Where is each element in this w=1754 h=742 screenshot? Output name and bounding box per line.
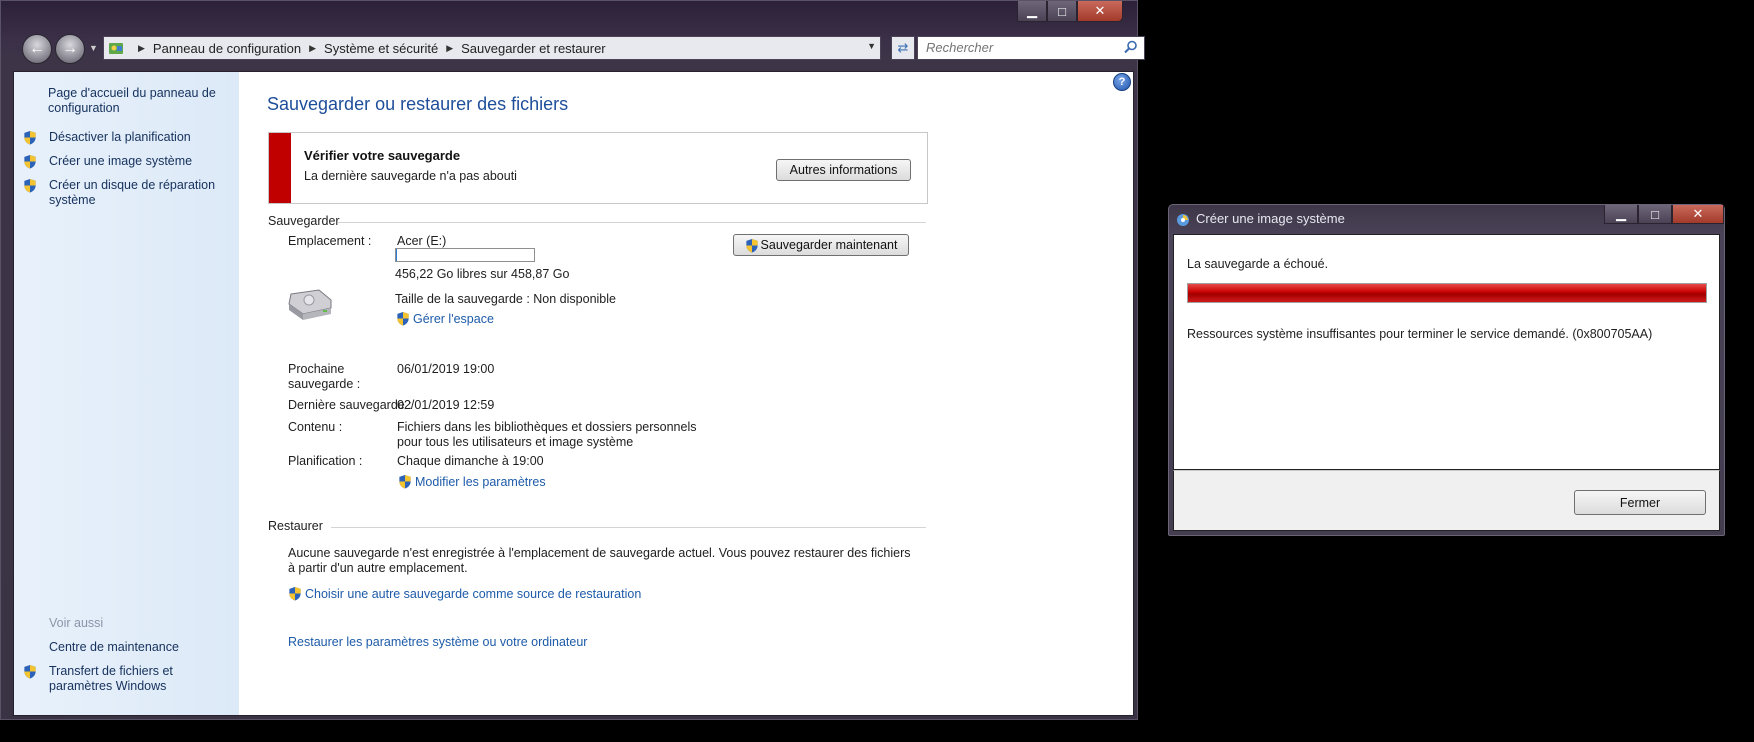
button-label: Sauvegarder maintenant xyxy=(760,238,898,252)
sidebar-action-center[interactable]: Centre de maintenance xyxy=(49,640,179,655)
restore-info-text: Aucune sauvegarde n'est enregistrée à l'… xyxy=(288,546,911,575)
arrow-left-icon: ← xyxy=(29,40,45,57)
navigation-bar: ← → ▼ ▶ Panneau de configuration ▶ Systè… xyxy=(17,33,1145,64)
refresh-button[interactable]: ⇄ xyxy=(891,36,915,60)
link-label: Gérer l'espace xyxy=(413,312,494,326)
backup-app-icon xyxy=(1177,214,1189,226)
search-box xyxy=(917,36,1145,60)
chevron-down-icon[interactable]: ▼ xyxy=(867,41,876,51)
uac-shield-icon xyxy=(24,154,36,169)
change-settings-link[interactable]: Modifier les paramètres xyxy=(398,474,546,489)
uac-shield-icon xyxy=(24,130,36,145)
progress-fill xyxy=(1188,284,1706,302)
free-space-text: 456,22 Go libres sur 458,87 Go xyxy=(395,267,570,281)
dialog-caption-buttons: ▁ □ ✕ xyxy=(1604,205,1724,227)
breadcrumb-separator[interactable]: ▶ xyxy=(309,43,316,54)
schedule-value: Chaque dimanche à 19:00 xyxy=(397,454,544,468)
address-bar[interactable]: ▶ Panneau de configuration ▶ Système et … xyxy=(103,36,881,60)
create-system-image-dialog: Créer une image système ▁ □ ✕ La sauvega… xyxy=(1168,204,1725,536)
sidebar-disable-schedule[interactable]: Désactiver la planification xyxy=(24,130,191,145)
alert-text: La dernière sauvegarde n'a pas abouti xyxy=(304,169,517,183)
backup-size-text: Taille de la sauvegarde : Non disponible xyxy=(395,292,616,306)
forward-button[interactable]: → xyxy=(55,34,85,64)
backup-now-button[interactable]: Sauvegarder maintenant xyxy=(733,234,909,256)
task-sidebar: Page d'accueil du panneau de configurati… xyxy=(14,72,239,715)
uac-shield-icon xyxy=(24,664,36,679)
location-value: Acer (E:) xyxy=(397,234,447,248)
last-backup-label: Dernière sauvegarde : xyxy=(288,398,412,412)
search-input[interactable] xyxy=(918,37,1124,57)
disk-space-fill xyxy=(396,249,397,261)
see-also-heading: Voir aussi xyxy=(49,616,104,630)
close-dialog-button[interactable]: ✕ xyxy=(1672,205,1724,224)
next-backup-value: 06/01/2019 19:00 xyxy=(397,362,495,376)
uac-shield-icon xyxy=(397,311,409,326)
uac-shield-icon xyxy=(399,474,411,489)
sidebar-item-label: Créer un disque de réparation système xyxy=(49,178,216,207)
contents-value: Fichiers dans les bibliothèques et dossi… xyxy=(397,420,697,449)
choose-other-backup-link[interactable]: Choisir une autre sauvegarde comme sourc… xyxy=(288,586,641,601)
minimize-button[interactable]: ▁ xyxy=(1017,1,1047,22)
search-icon[interactable] xyxy=(1124,40,1138,54)
maximize-button[interactable]: □ xyxy=(1047,1,1077,22)
link-label: Modifier les paramètres xyxy=(415,475,546,489)
dialog-footer: Fermer xyxy=(1173,470,1720,531)
backup-progress-bar xyxy=(1187,283,1707,303)
restore-section-heading: Restaurer xyxy=(268,519,323,533)
section-divider xyxy=(331,527,926,528)
breadcrumb-separator: ▶ xyxy=(138,42,145,53)
disk-space-bar xyxy=(395,248,535,262)
manage-space-link[interactable]: Gérer l'espace xyxy=(396,311,494,326)
contents-label: Contenu : xyxy=(288,420,343,434)
uac-shield-icon xyxy=(289,586,301,601)
sidebar-item-label: Créer une image système xyxy=(49,154,193,168)
close-window-button[interactable]: ✕ xyxy=(1077,1,1123,22)
uac-shield-icon xyxy=(24,178,36,193)
dialog-title: Créer une image système xyxy=(1196,211,1345,226)
restore-system-settings-link[interactable]: Restaurer les paramètres système ou votr… xyxy=(288,635,587,649)
sidebar-control-panel-home[interactable]: Page d'accueil du panneau de configurati… xyxy=(48,86,218,116)
alert-title: Vérifier votre sauvegarde xyxy=(304,148,461,163)
refresh-icon: ⇄ xyxy=(897,40,909,55)
maximize-button[interactable]: □ xyxy=(1638,205,1672,224)
sidebar-item-label: Transfert de fichiers et paramètres Wind… xyxy=(49,664,173,693)
sidebar-windows-easy-transfer[interactable]: Transfert de fichiers et paramètres Wind… xyxy=(24,664,234,694)
last-backup-value: 02/01/2019 12:59 xyxy=(397,398,495,412)
breadcrumb-backup-restore[interactable]: Sauvegarder et restaurer xyxy=(461,41,606,56)
arrow-right-icon: → xyxy=(62,40,78,57)
next-backup-label: Prochaine sauvegarde : xyxy=(288,362,361,391)
backup-status-text: La sauvegarde a échoué. xyxy=(1187,257,1329,271)
main-pane: ? Sauvegarder ou restaurer des fichiers … xyxy=(239,72,1133,715)
breadcrumb-control-panel[interactable]: Panneau de configuration xyxy=(153,41,301,56)
alert-error-bar xyxy=(269,133,291,203)
window-content: Page d'accueil du panneau de configurati… xyxy=(13,71,1134,716)
hard-drive-icon xyxy=(288,289,332,320)
backup-alert: Vérifier votre sauvegarde La dernière sa… xyxy=(268,132,928,204)
backup-restore-window: ▁ □ ✕ ← → ▼ ▶ Panneau de configuration ▶… xyxy=(0,0,1145,720)
uac-shield-icon xyxy=(745,238,758,253)
close-button[interactable]: Fermer xyxy=(1574,490,1706,515)
control-panel-icon xyxy=(109,43,123,54)
recent-pages-dropdown[interactable]: ▼ xyxy=(89,43,98,53)
error-message: Ressources système insuffisantes pour te… xyxy=(1187,327,1653,341)
help-icon[interactable]: ? xyxy=(1113,73,1131,91)
location-label: Emplacement : xyxy=(288,234,372,248)
section-divider xyxy=(338,222,926,223)
dialog-body: La sauvegarde a échoué. Ressources systè… xyxy=(1173,234,1720,470)
link-label: Choisir une autre sauvegarde comme sourc… xyxy=(305,587,642,601)
schedule-label: Planification : xyxy=(288,454,363,468)
minimize-button[interactable]: ▁ xyxy=(1604,205,1638,224)
more-info-button[interactable]: Autres informations xyxy=(776,159,911,181)
sidebar-item-label: Désactiver la planification xyxy=(49,130,191,144)
window-caption-buttons: ▁ □ ✕ xyxy=(1017,1,1123,23)
sidebar-create-repair-disc[interactable]: Créer un disque de réparation système xyxy=(24,178,219,208)
breadcrumb-system-security[interactable]: Système et sécurité xyxy=(324,41,438,56)
back-button[interactable]: ← xyxy=(22,34,52,64)
page-title: Sauvegarder ou restaurer des fichiers xyxy=(267,94,569,114)
backup-section-heading: Sauvegarder xyxy=(268,214,340,228)
sidebar-create-system-image[interactable]: Créer une image système xyxy=(24,154,193,169)
breadcrumb-separator[interactable]: ▶ xyxy=(446,43,453,54)
